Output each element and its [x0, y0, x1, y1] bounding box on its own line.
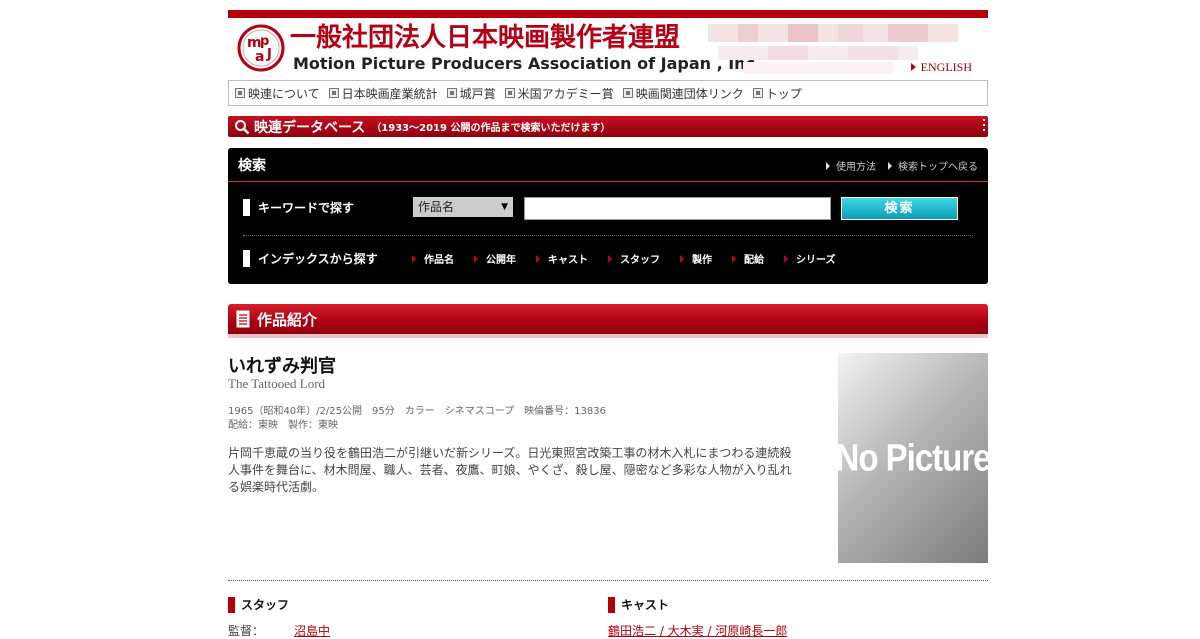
index-link-cast[interactable]: キャスト — [536, 251, 588, 266]
nav-item-label: 米国アカデミー賞 — [517, 86, 614, 101]
staff-role: 監督： — [228, 624, 265, 638]
header-top-bar — [228, 10, 988, 18]
film-title-en: The Tattooed Lord — [228, 376, 326, 391]
label-bar — [243, 199, 250, 216]
keyword-search-label: キーワードで探す — [243, 199, 354, 216]
bullet-square-icon — [328, 88, 339, 98]
film-description: 片岡千恵蔵の当り役を鶴田浩二が引継いだ新シリーズ。日光東照宮改築工事の材木入札に… — [228, 446, 792, 494]
database-banner: 映連データベース （1933～2019 公開の作品まで検索いただけます） — [228, 116, 988, 137]
search-icon — [235, 119, 250, 134]
svg-text:a: a — [255, 49, 264, 65]
film-title: いれずみ判官 — [228, 356, 336, 377]
nav-item-kido-award[interactable]: 城戸賞 — [446, 85, 496, 102]
caret-down-icon: ▼ — [501, 202, 508, 212]
database-subtitle: （1933～2019 公開の作品まで検索いただけます） — [371, 123, 611, 134]
index-link-series[interactable]: シリーズ — [784, 251, 836, 266]
keyword-input[interactable] — [524, 197, 831, 220]
index-link-staff[interactable]: スタッフ — [608, 251, 660, 266]
org-name-en[interactable]: Motion Picture Producers Association of … — [293, 54, 761, 74]
org-name-jp[interactable]: 一般社団法人日本映画製作者連盟 — [290, 22, 680, 54]
global-nav: 映連について 日本映画産業統計 城戸賞 米国アカデミー賞 映画関連団体リンク ト… — [228, 80, 988, 106]
search-panel-title: 検索 — [238, 157, 266, 174]
cast-heading: キャスト — [608, 596, 669, 613]
bullet-square-icon — [446, 88, 457, 98]
film-meta: 1965（昭和40年）/2/25公開 95分 カラー シネマスコープ 映倫番号：… — [228, 406, 606, 417]
cast-heading-text: キャスト — [621, 598, 670, 612]
svg-text:J: J — [266, 47, 272, 62]
search-panel-links: 使用方法 検索トップへ戻る — [814, 158, 978, 173]
staff-heading: スタッフ — [228, 596, 289, 613]
work-intro-title: 作品紹介 — [257, 310, 318, 329]
label-bar — [243, 250, 250, 267]
search-panel: 検索 使用方法 検索トップへ戻る キーワードで探す 作品名 ▼ 検索 インデック… — [228, 148, 988, 284]
mppaj-logo-icon[interactable]: m p a J — [236, 23, 286, 73]
section-divider — [228, 580, 988, 581]
index-links: 作品名 公開年 キャスト スタッフ 製作 配給 シリーズ — [412, 251, 856, 266]
nav-item-top[interactable]: トップ — [752, 85, 802, 102]
database-title: 映連データベース — [254, 119, 366, 136]
english-link[interactable]: ENGLISH — [911, 60, 972, 74]
heading-bar — [608, 596, 615, 613]
bullet-square-icon — [235, 88, 245, 98]
search-top-link[interactable]: 検索トップへ戻る — [888, 158, 978, 173]
bullet-square-icon — [622, 88, 633, 98]
index-search-label: インデックスから探す — [243, 250, 378, 267]
search-button[interactable]: 検索 — [841, 197, 958, 220]
nav-item-academy-award[interactable]: 米国アカデミー賞 — [504, 85, 614, 102]
search-field-select-value: 作品名 — [418, 200, 455, 214]
usage-link[interactable]: 使用方法 — [826, 158, 876, 173]
keyword-search-label-text: キーワードで探す — [258, 201, 355, 215]
nav-item-label: 映画関連団体リンク — [635, 86, 744, 101]
staff-heading-text: スタッフ — [241, 598, 290, 612]
film-poster-placeholder: No Picture — [835, 353, 992, 563]
no-picture-text: No Picture — [835, 436, 991, 479]
work-intro-underline — [228, 334, 988, 338]
banner-dots — [983, 119, 985, 134]
search-field-select[interactable]: 作品名 ▼ — [413, 197, 513, 217]
index-link-title[interactable]: 作品名 — [412, 251, 454, 266]
page-container: m p a J 一般社団法人日本映画製作者連盟 Motion Picture P… — [228, 0, 992, 638]
cast-names-link[interactable]: 鶴田浩二 / 大木実 / 河原崎長一郎 — [608, 622, 787, 639]
document-icon — [236, 310, 250, 328]
nav-item-label: トップ — [765, 86, 802, 101]
index-search-label-text: インデックスから探す — [258, 252, 378, 266]
search-panel-divider — [243, 235, 973, 236]
bullet-square-icon — [752, 88, 763, 98]
heading-bar — [228, 596, 235, 613]
bullet-square-icon — [504, 88, 515, 98]
film-distribution: 配給：東映 製作：東映 — [228, 420, 338, 431]
index-link-distribution[interactable]: 配給 — [732, 251, 764, 266]
nav-item-label: 日本映画産業統計 — [341, 86, 438, 101]
index-link-production[interactable]: 製作 — [680, 251, 712, 266]
staff-name-link[interactable]: 沼島中 — [294, 624, 330, 638]
staff-row: 監督： 沼島中 — [228, 622, 330, 639]
nav-item-label: 映連について — [248, 86, 320, 101]
work-intro-bar: 作品紹介 — [228, 304, 988, 334]
nav-item-label: 城戸賞 — [459, 86, 496, 101]
nav-item-statistics[interactable]: 日本映画産業統計 — [328, 85, 438, 102]
nav-item-related-links[interactable]: 映画関連団体リンク — [622, 85, 744, 102]
index-link-year[interactable]: 公開年 — [474, 251, 516, 266]
nav-item-about[interactable]: 映連について — [235, 85, 320, 102]
search-panel-header: 検索 使用方法 検索トップへ戻る — [228, 148, 988, 182]
